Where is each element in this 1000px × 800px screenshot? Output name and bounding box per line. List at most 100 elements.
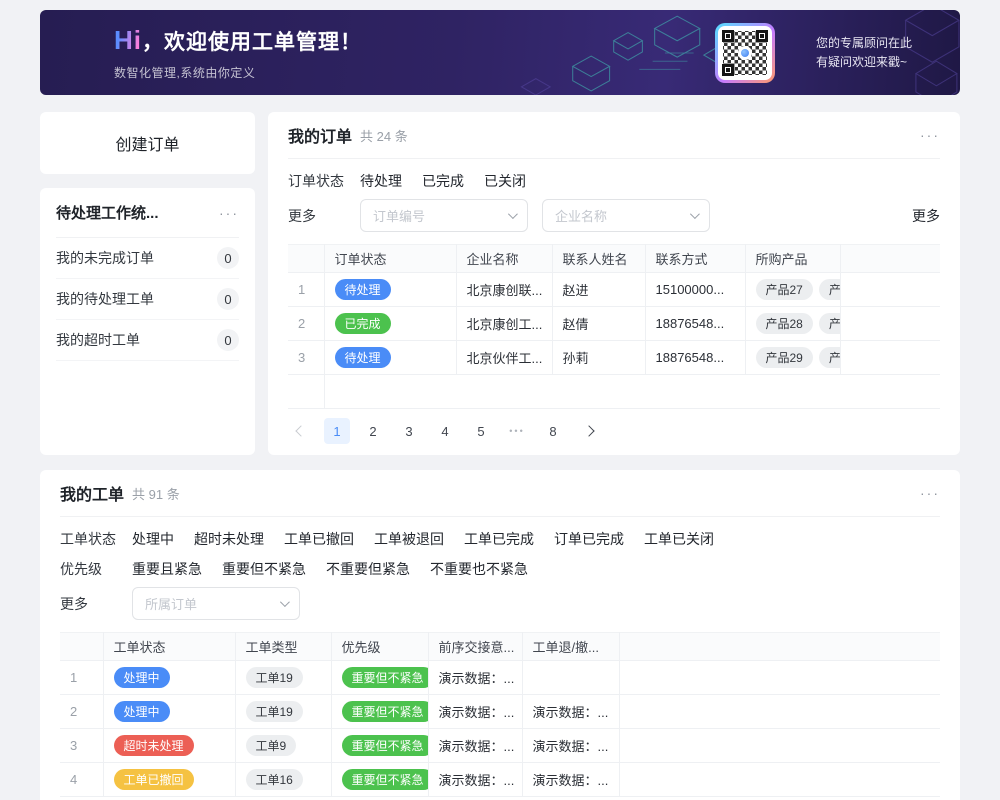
product-tag: 产品 xyxy=(819,279,840,300)
orders-panel-title: 我的订单 xyxy=(288,123,352,147)
banner-subtitle: 数智化管理,系统由你定义 xyxy=(114,64,362,81)
table-row-empty xyxy=(288,375,940,409)
my-orders-panel: 我的订单 共 24 条 ··· 订单状态 待处理 已完成 已关闭 更多 订单编号… xyxy=(268,112,960,455)
sidebar-item-unfinished-orders[interactable]: 我的未完成订单 0 xyxy=(56,238,239,279)
pagination-page-5[interactable]: 5 xyxy=(468,418,494,444)
qr-finder-icon xyxy=(722,30,734,42)
filter-option-overtime[interactable]: 超时未处理 xyxy=(194,529,264,549)
status-badge: 超时未处理 xyxy=(114,735,194,756)
status-badge: 待处理 xyxy=(335,279,391,300)
sidebar-item-overtime-tickets[interactable]: 我的超时工单 0 xyxy=(56,320,239,361)
count-badge: 0 xyxy=(217,288,239,310)
pagination-ellipsis[interactable]: ••• xyxy=(504,418,530,444)
more-menu-icon[interactable]: ··· xyxy=(219,206,239,220)
sidebar: 创建订单 待处理工作统... ··· 我的未完成订单 0 我的待处理工单 0 我… xyxy=(40,112,255,455)
table-row[interactable]: 3 超时未处理 工单9 重要但不紧急 演示数据：... 演示数据：... xyxy=(60,729,940,763)
filter-option-returned[interactable]: 工单被退回 xyxy=(374,529,444,549)
filter-option-withdrawn[interactable]: 工单已撤回 xyxy=(284,529,354,549)
more-menu-icon[interactable]: ··· xyxy=(920,128,940,142)
company-name-select[interactable]: 企业名称 xyxy=(542,199,710,232)
chevron-right-icon xyxy=(583,425,594,436)
qr-caption: 您的专属顾问在此 有疑问欢迎来戳~ xyxy=(816,34,912,72)
pagination-page-3[interactable]: 3 xyxy=(396,418,422,444)
status-badge: 待处理 xyxy=(335,347,391,368)
filter-label: 更多 xyxy=(60,594,116,614)
filter-option-important-urgent[interactable]: 重要且紧急 xyxy=(132,559,202,579)
orders-table-header: 订单状态 企业名称 联系人姓名 联系方式 所购产品 xyxy=(288,245,940,273)
count-badge: 0 xyxy=(217,247,239,269)
pagination-page-8[interactable]: 8 xyxy=(540,418,566,444)
filter-label: 更多 xyxy=(288,206,344,226)
ticket-type-tag: 工单16 xyxy=(246,769,303,790)
more-menu-icon[interactable]: ··· xyxy=(920,486,940,500)
filter-option-not-important-not-urgent[interactable]: 不重要也不紧急 xyxy=(430,559,528,579)
ticket-type-tag: 工单9 xyxy=(246,735,297,756)
pagination: 1 2 3 4 5 ••• 8 xyxy=(288,418,940,444)
pagination-page-1[interactable]: 1 xyxy=(324,418,350,444)
table-row[interactable]: 2 已完成 北京康创工... 赵倩 18876548... 产品28产品 xyxy=(288,307,940,341)
filter-option-order-done[interactable]: 订单已完成 xyxy=(554,529,624,549)
table-row[interactable]: 1 处理中 工单19 重要但不紧急 演示数据：... xyxy=(60,661,940,695)
tickets-panel-title: 我的工单 xyxy=(60,481,124,505)
order-status-filter-row: 订单状态 待处理 已完成 已关闭 xyxy=(288,171,940,191)
create-order-button[interactable]: 创建订单 xyxy=(40,112,255,174)
priority-badge: 重要但不紧急 xyxy=(342,667,428,688)
ticket-type-tag: 工单19 xyxy=(246,667,303,688)
qr-code xyxy=(715,23,775,83)
status-badge: 工单已撤回 xyxy=(114,769,194,790)
filter-option-ticket-closed[interactable]: 工单已关闭 xyxy=(644,529,714,549)
chevron-down-icon xyxy=(280,597,290,607)
ticket-type-tag: 工单19 xyxy=(246,701,303,722)
product-tag: 产品 xyxy=(819,313,840,334)
table-row[interactable]: 1 待处理 北京康创联... 赵进 15100000... 产品27产品 xyxy=(288,273,940,307)
order-more-filter-row: 更多 订单编号 企业名称 更多 xyxy=(288,199,940,232)
qr-finder-icon xyxy=(722,64,734,76)
qr-finder-icon xyxy=(756,30,768,42)
more-link[interactable]: 更多 xyxy=(912,206,940,226)
tickets-table: 工单状态 工单类型 优先级 前序交接意... 工单退/撤... 1 处理中 工单… xyxy=(60,632,940,797)
table-row[interactable]: 4 工单已撤回 工单16 重要但不紧急 演示数据：... 演示数据：... xyxy=(60,763,940,797)
parent-order-select[interactable]: 所属订单 xyxy=(132,587,300,620)
filter-option-completed[interactable]: 已完成 xyxy=(422,171,464,191)
product-tag: 产品27 xyxy=(756,279,813,300)
chevron-left-icon xyxy=(295,425,306,436)
priority-filter-row: 优先级 重要且紧急 重要但不紧急 不重要但紧急 不重要也不紧急 xyxy=(60,559,940,579)
filter-option-not-important-urgent[interactable]: 不重要但紧急 xyxy=(326,559,410,579)
product-tag: 产品29 xyxy=(756,347,813,368)
orders-count: 共 24 条 xyxy=(360,126,408,145)
filter-option-closed[interactable]: 已关闭 xyxy=(484,171,526,191)
product-tag: 产品 xyxy=(819,347,840,368)
banner-hi: Hi xyxy=(114,25,142,55)
status-badge: 处理中 xyxy=(114,701,170,722)
my-tickets-panel: 我的工单 共 91 条 ··· 工单状态 处理中 超时未处理 工单已撤回 工单被… xyxy=(40,470,960,800)
welcome-banner: Hi，欢迎使用工单管理！ 数智化管理,系统由你定义 您的专属顾问在此 有疑问欢迎… xyxy=(40,10,960,95)
pagination-prev-button[interactable] xyxy=(288,418,314,444)
filter-option-pending[interactable]: 待处理 xyxy=(360,171,402,191)
todo-card-title: 待处理工作统... xyxy=(56,202,159,223)
pagination-page-2[interactable]: 2 xyxy=(360,418,386,444)
priority-badge: 重要但不紧急 xyxy=(342,769,428,790)
orders-table: 订单状态 企业名称 联系人姓名 联系方式 所购产品 1 待处理 北京康创联...… xyxy=(288,244,940,409)
todo-stats-card: 待处理工作统... ··· 我的未完成订单 0 我的待处理工单 0 我的超时工单… xyxy=(40,188,255,455)
product-tag: 产品28 xyxy=(756,313,813,334)
tickets-table-header: 工单状态 工单类型 优先级 前序交接意... 工单退/撤... xyxy=(60,633,940,661)
pagination-page-4[interactable]: 4 xyxy=(432,418,458,444)
sidebar-item-pending-tickets[interactable]: 我的待处理工单 0 xyxy=(56,279,239,320)
filter-option-processing[interactable]: 处理中 xyxy=(132,529,174,549)
chevron-down-icon xyxy=(508,209,518,219)
banner-greeting: ，欢迎使用工单管理！ xyxy=(142,31,362,54)
filter-option-important-not-urgent[interactable]: 重要但不紧急 xyxy=(222,559,306,579)
table-row[interactable]: 3 待处理 北京伙伴工... 孙莉 18876548... 产品29产品 xyxy=(288,341,940,375)
filter-option-ticket-done[interactable]: 工单已完成 xyxy=(464,529,534,549)
pagination-next-button[interactable] xyxy=(576,418,602,444)
filter-label: 优先级 xyxy=(60,559,116,579)
order-number-select[interactable]: 订单编号 xyxy=(360,199,528,232)
ticket-more-filter-row: 更多 所属订单 xyxy=(60,587,940,620)
tickets-count: 共 91 条 xyxy=(132,484,180,503)
count-badge: 0 xyxy=(217,329,239,351)
table-row[interactable]: 2 处理中 工单19 重要但不紧急 演示数据：... 演示数据：... xyxy=(60,695,940,729)
priority-badge: 重要但不紧急 xyxy=(342,735,428,756)
filter-label: 工单状态 xyxy=(60,529,116,549)
status-badge: 处理中 xyxy=(114,667,170,688)
qr-center-logo-icon xyxy=(738,46,752,60)
